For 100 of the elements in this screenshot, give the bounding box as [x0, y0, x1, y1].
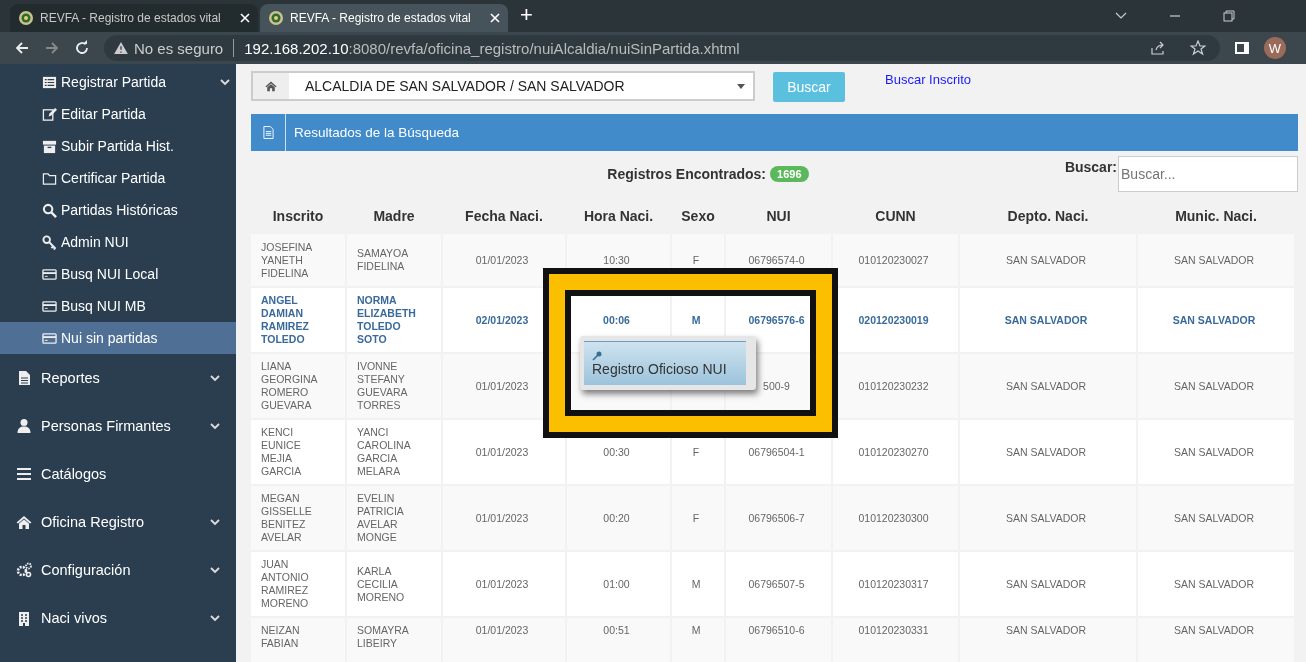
chevron-down-icon [220, 77, 230, 87]
sidebar-menu-item[interactable]: Naci vivos [0, 594, 236, 642]
table-cell: EVELIN PATRICIA AVELAR MONGE [357, 492, 404, 543]
column-header[interactable]: Fecha Naci. [443, 199, 565, 232]
sidebar-item[interactable]: Registrar Partida [0, 66, 236, 98]
close-icon[interactable] [240, 13, 250, 23]
reload-icon[interactable] [74, 40, 90, 56]
archive-icon [42, 138, 57, 154]
table-cell: SAN SALVADOR [1005, 445, 1087, 458]
column-header[interactable]: Depto. Naci. [960, 199, 1136, 232]
emblem-icon [18, 10, 34, 26]
table-cell: SAN SALVADOR [1173, 445, 1255, 458]
panel-title: Resultados de la Búsqueda [293, 125, 460, 140]
column-header[interactable]: CUNN [833, 199, 958, 232]
search-label: Buscar: [1064, 159, 1117, 175]
chevron-down-icon [210, 613, 220, 623]
chevron-down-icon [210, 373, 220, 383]
browser-tab[interactable]: REVFA - Registro de estados vital [260, 4, 508, 32]
search-field[interactable]: Buscar... [1118, 156, 1298, 192]
table-cell: 010120230331 [858, 624, 929, 636]
table-cell: SAN SALVADOR [1172, 313, 1256, 326]
table-cell: SAN SALVADOR [1173, 511, 1255, 524]
sidebar-item[interactable]: Certificar Partida [0, 162, 236, 194]
column-header[interactable]: Madre [347, 199, 441, 232]
search-icon [42, 202, 57, 218]
table-cell: KARLA CECILIA MORENO [357, 564, 405, 603]
table-cell: LIANA GEORGINA ROMERO GUEVARA [261, 360, 317, 411]
security-label: No es seguro [134, 39, 224, 57]
new-tab-button[interactable]: + [510, 2, 543, 30]
table-cell: 00:20 [603, 511, 630, 524]
column-header[interactable]: Munic. Naci. [1138, 199, 1294, 232]
table-cell: 01/01/2023 [475, 445, 529, 458]
table-cell: F [692, 511, 700, 524]
table-cell: 010120230317 [858, 577, 929, 590]
sidebar-item[interactable]: Partidas Históricas [0, 194, 236, 226]
url-path: :8080/revfa/oficina_registro/nuiAlcaldia/nuiSinPartida.xhtml [348, 39, 740, 57]
chevron-down-icon [210, 421, 220, 431]
office-dropdown[interactable]: ALCALDIA DE SAN SALVADOR / SAN SALVADOR [251, 71, 755, 101]
restore-icon[interactable] [1222, 9, 1236, 23]
table-cell: 01/01/2023 [475, 511, 529, 524]
sidebar-item[interactable]: Busq NUI MB [0, 290, 236, 322]
column-header[interactable]: Inscrito [251, 199, 345, 232]
table-cell: 00:51 [603, 624, 630, 636]
chevron-down-icon [210, 565, 220, 575]
profile-avatar[interactable]: W [1264, 37, 1286, 59]
column-header[interactable]: Hora Naci. [567, 199, 670, 232]
sidebar-menu-item[interactable]: Reportes [0, 354, 236, 402]
table-cell: 010120230270 [858, 445, 929, 458]
caret-icon [737, 83, 745, 89]
table-cell: 500-9 [763, 379, 790, 392]
table-cell: M [691, 624, 701, 636]
chevron-down-icon [210, 517, 220, 527]
column-header[interactable]: NUI [726, 199, 831, 232]
sidebar-menu-item[interactable]: Personas Firmantes [0, 402, 236, 450]
browser-tab[interactable]: REVFA - Registro de estados vital [10, 4, 258, 32]
sidebar-icon[interactable] [1234, 40, 1250, 56]
search-registrant-link[interactable]: Buscar Inscrito [885, 72, 971, 87]
card-icon [42, 266, 57, 282]
table-cell: F [692, 253, 700, 266]
table-cell: SAMAYOA FIDELINA [357, 247, 408, 272]
home-icon [265, 80, 277, 92]
table-cell: NEIZAN FABIAN [261, 624, 300, 649]
sidebar-menu-item[interactable]: Catálogos [0, 450, 236, 498]
star-icon[interactable] [1190, 40, 1206, 56]
table-cell: 01:00 [603, 577, 630, 590]
sidebar-item[interactable]: Nui sin partidas [0, 322, 236, 354]
table-cell: NORMA ELIZABETH TOLEDO SOTO [357, 294, 416, 345]
key-icon [592, 350, 602, 361]
address-field[interactable]: No es seguro 192.168.202.10:8080/revfa/oficina_registro/nuiAlcaldia/nuiSinPartida.xhtml [104, 35, 1220, 61]
emblem-icon [268, 10, 284, 26]
card-icon [42, 298, 57, 314]
table-cell: SAN SALVADOR [1173, 624, 1255, 636]
sidebar-item[interactable]: Admin NUI [0, 226, 236, 258]
table-cell: 06796506-7 [748, 511, 805, 524]
context-menu-item[interactable]: Registro Oficioso NUI [584, 341, 746, 385]
table-cell: 00:06 [603, 313, 630, 326]
table-cell: SOMAYRA LIBEIRY [357, 624, 409, 649]
sidebar-item[interactable]: Busq NUI Local [0, 258, 236, 290]
share-icon[interactable] [1150, 40, 1166, 56]
url-host: 192.168.202.10 [244, 39, 349, 57]
table-cell: 020120230019 [858, 313, 929, 326]
table-cell: 01/01/2023 [475, 624, 529, 636]
forward-icon[interactable] [44, 40, 60, 56]
table-cell: SAN SALVADOR [1005, 511, 1087, 524]
sidebar-item[interactable]: Subir Partida Hist. [0, 130, 236, 162]
sidebar-menu-item[interactable]: Configuración [0, 546, 236, 594]
column-header[interactable]: Sexo [672, 199, 724, 232]
close-icon[interactable] [490, 13, 500, 23]
table-cell: SAN SALVADOR [1173, 379, 1255, 392]
sidebar-item[interactable]: Editar Partida [0, 98, 236, 130]
table-cell: 010120230027 [858, 253, 929, 266]
table-cell: IVONNE STEFANY GUEVARA TORRES [357, 360, 407, 411]
card-icon [42, 330, 57, 346]
table-cell: JOSEFINA YANETH FIDELINA [261, 240, 312, 279]
key-icon [42, 234, 57, 250]
table-cell: SAN SALVADOR [1005, 577, 1087, 590]
sidebar-menu-item[interactable]: Oficina Registro [0, 498, 236, 546]
back-icon[interactable] [14, 40, 30, 56]
table-cell: SAN SALVADOR [1005, 253, 1087, 266]
warning-icon [114, 42, 128, 54]
